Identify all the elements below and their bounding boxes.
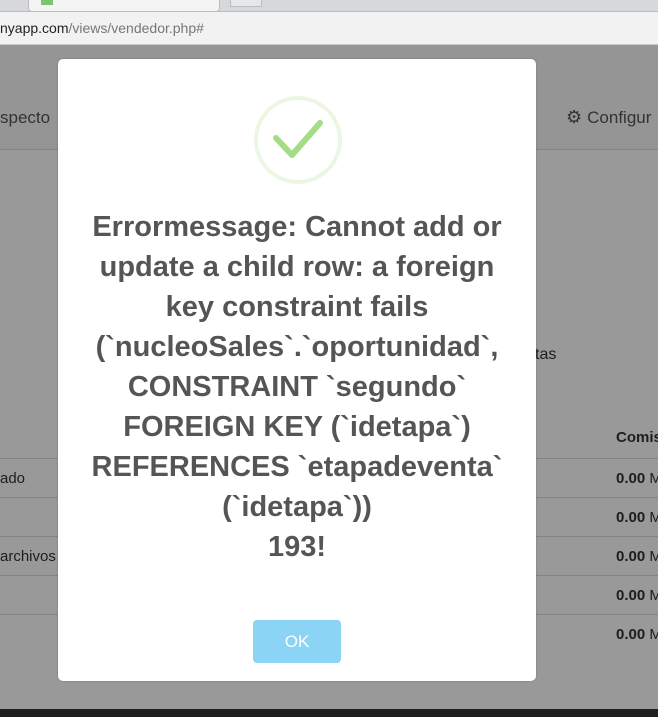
- success-check-icon: [273, 120, 323, 158]
- alert-message-code: 193!: [267, 531, 327, 563]
- taskbar: [0, 709, 658, 717]
- url-domain: nyapp.com: [0, 20, 69, 36]
- address-bar[interactable]: nyapp.com/views/vendedor.php#: [0, 12, 658, 45]
- url-path: /views/vendedor.php#: [68, 20, 204, 36]
- alert-dialog: Errormessage: Cannot add or update a chi…: [58, 59, 536, 681]
- success-icon-ring: [254, 96, 342, 184]
- favicon-icon: [41, 0, 53, 5]
- alert-message-text: Errormessage: Cannot add or update a chi…: [91, 211, 503, 523]
- browser-tab[interactable]: [28, 0, 220, 12]
- ok-button[interactable]: OK: [253, 620, 341, 663]
- url-text: nyapp.com/views/vendedor.php#: [0, 20, 204, 36]
- new-tab-button[interactable]: [230, 0, 262, 7]
- browser-tabstrip: [0, 0, 658, 12]
- alert-message: Errormessage: Cannot add or update a chi…: [78, 207, 516, 567]
